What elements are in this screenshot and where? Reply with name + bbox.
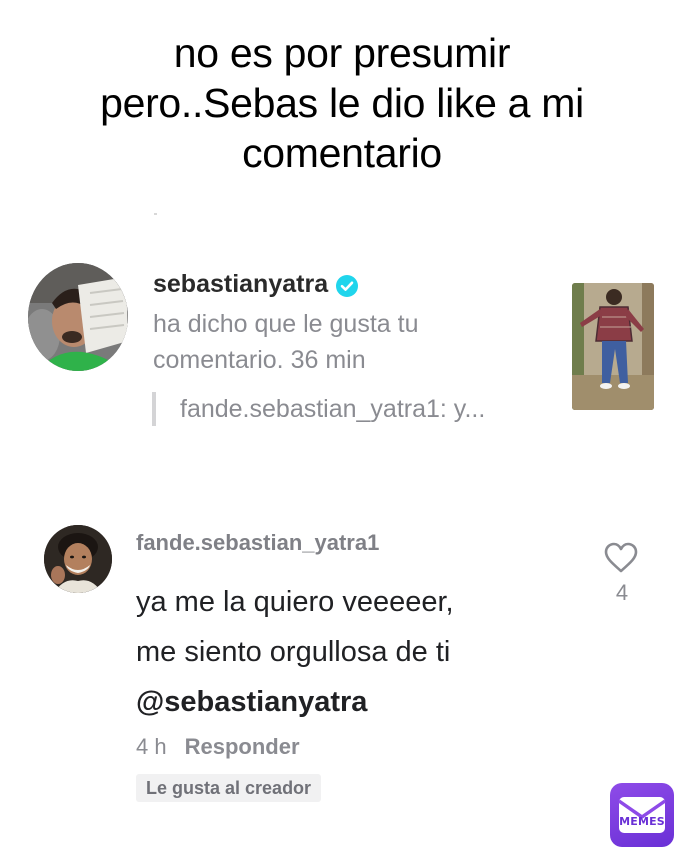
comment-line-2: me siento orgullosa de ti: [136, 636, 451, 668]
comment-text: ya me la quiero veeeeer, me siento orgul…: [136, 577, 576, 727]
memes-logo: MEMES: [610, 783, 674, 847]
notification-time: 36 min: [290, 346, 366, 374]
verified-badge-icon: [336, 273, 359, 297]
notification-text-line-2: comentario.: [153, 346, 284, 374]
quote-bar: [152, 392, 156, 426]
comment-avatar[interactable]: [44, 525, 112, 593]
reply-button[interactable]: Responder: [185, 733, 300, 761]
divider-dot: [154, 213, 157, 215]
comment-time: 4 h: [136, 734, 167, 759]
liked-by-creator-badge: Le gusta al creador: [136, 774, 322, 802]
comment-username[interactable]: fande.sebastian_yatra1: [136, 528, 379, 558]
notification-avatar[interactable]: [28, 263, 128, 371]
video-thumbnail[interactable]: [572, 283, 654, 410]
notification-text-line-1: ha dicho que le gusta tu: [153, 310, 419, 338]
like-count: 4: [615, 580, 629, 605]
comment-meta: 4 h Responder: [136, 733, 300, 761]
notification-username-text[interactable]: sebastianyatra: [153, 268, 328, 300]
caption-line-2: pero..Sebas le dio like a mi: [100, 80, 584, 126]
memes-logo-text: MEMES: [619, 815, 665, 828]
caption-line-1: no es por presumir: [173, 30, 511, 76]
meme-caption: no es por presumir pero..Sebas le dio li…: [20, 28, 664, 178]
notification-username[interactable]: sebastianyatra: [153, 268, 359, 300]
notification-message: ha dicho que le gusta tu comentario. 36 …: [153, 306, 533, 378]
caption-line-3: comentario: [242, 130, 442, 176]
comment-line-1: ya me la quiero veeeeer,: [136, 586, 454, 618]
comment-mention[interactable]: @sebastianyatra: [136, 677, 576, 727]
notification-quote[interactable]: fande.sebastian_yatra1: y...: [180, 392, 485, 426]
heart-icon[interactable]: [604, 542, 638, 574]
